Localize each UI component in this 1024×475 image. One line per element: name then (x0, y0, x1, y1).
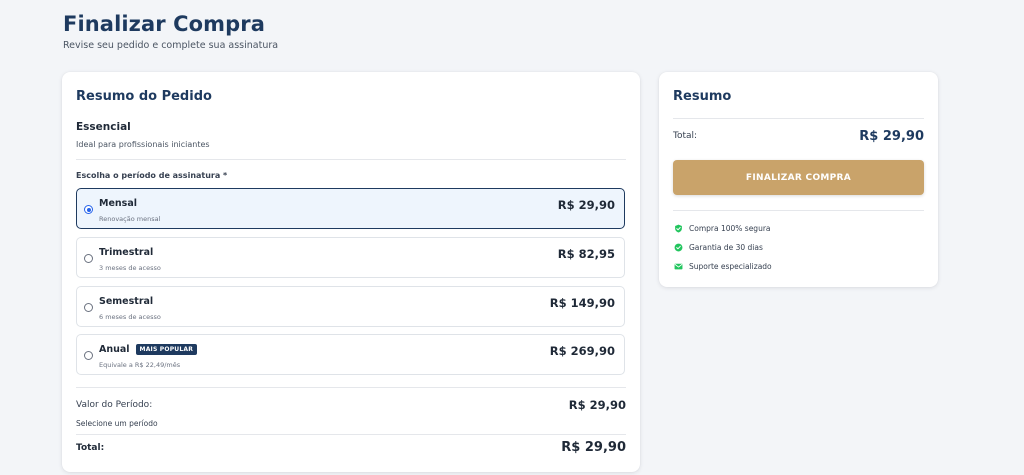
option-note: 6 meses de acesso (99, 313, 161, 321)
divider (76, 387, 626, 388)
radio-button[interactable] (84, 351, 93, 360)
envelope-icon (674, 263, 683, 270)
divider (76, 159, 626, 160)
period-value: R$ 29,90 (568, 398, 626, 412)
plan-description: Ideal para profissionais iniciantes (76, 140, 210, 149)
option-price: R$ 149,90 (549, 296, 615, 310)
check-circle-icon (674, 243, 683, 252)
option-price: R$ 269,90 (549, 344, 615, 358)
radio-button[interactable] (84, 205, 93, 214)
option-price: R$ 29,90 (557, 198, 615, 212)
finalize-purchase-button[interactable]: FINALIZAR COMPRA (673, 160, 924, 195)
page-subtitle: Revise seu pedido e complete sua assinat… (63, 40, 279, 51)
feature-secure: Compra 100% segura (674, 224, 771, 233)
period-value-label: Valor do Período: (76, 400, 153, 410)
feature-text: Garantia de 30 dias (689, 243, 763, 252)
divider (76, 434, 626, 435)
option-name: Semestral (99, 296, 154, 307)
page-header: Finalizar Compra Revise seu pedido e com… (63, 10, 278, 51)
order-total-value: R$ 29,90 (561, 440, 626, 455)
radio-button[interactable] (84, 303, 93, 312)
order-summary-card: Resumo do Pedido Essencial Ideal para pr… (62, 72, 640, 472)
period-option-semestral[interactable]: Semestral 6 meses de acesso R$ 149,90 (76, 286, 625, 327)
period-option-anual[interactable]: Anual MAIS POPULAR Equivale a R$ 22,49/mê… (76, 334, 625, 375)
summary-title: Resumo (673, 89, 732, 104)
feature-text: Compra 100% segura (689, 224, 771, 233)
option-name-row: Anual MAIS POPULAR (99, 344, 198, 355)
divider (673, 118, 924, 119)
feature-text: Suporte especializado (689, 262, 772, 271)
option-name: Trimestral (99, 247, 154, 258)
option-note: Equivale a R$ 22,49/mês (99, 361, 181, 369)
checkout-summary-card: Resumo Total: R$ 29,90 FINALIZAR COMPRA … (659, 72, 938, 287)
option-note: 3 meses de acesso (99, 264, 161, 272)
period-hint: Selecione um período (76, 419, 158, 428)
option-name: Mensal (99, 198, 137, 209)
feature-guarantee: Garantia de 30 dias (674, 243, 763, 252)
period-label: Escolha o período de assinatura * (76, 171, 228, 180)
popular-badge: MAIS POPULAR (135, 344, 198, 355)
order-total-label: Total: (76, 443, 105, 453)
option-note: Renovação mensal (99, 215, 161, 223)
period-option-mensal[interactable]: Mensal Renovação mensal R$ 29,90 (76, 188, 625, 229)
divider (673, 210, 924, 211)
page-title: Finalizar Compra (63, 12, 266, 36)
radio-button[interactable] (84, 254, 93, 263)
option-price: R$ 82,95 (557, 247, 615, 261)
feature-support: Suporte especializado (674, 262, 772, 271)
plan-name: Essencial (76, 121, 131, 133)
shield-check-icon (675, 224, 682, 233)
summary-total-value: R$ 29,90 (859, 129, 924, 144)
order-summary-title: Resumo do Pedido (76, 89, 212, 104)
summary-total-label: Total: (673, 131, 698, 141)
option-name: Anual (99, 344, 130, 355)
period-option-trimestral[interactable]: Trimestral 3 meses de acesso R$ 82,95 (76, 237, 625, 278)
